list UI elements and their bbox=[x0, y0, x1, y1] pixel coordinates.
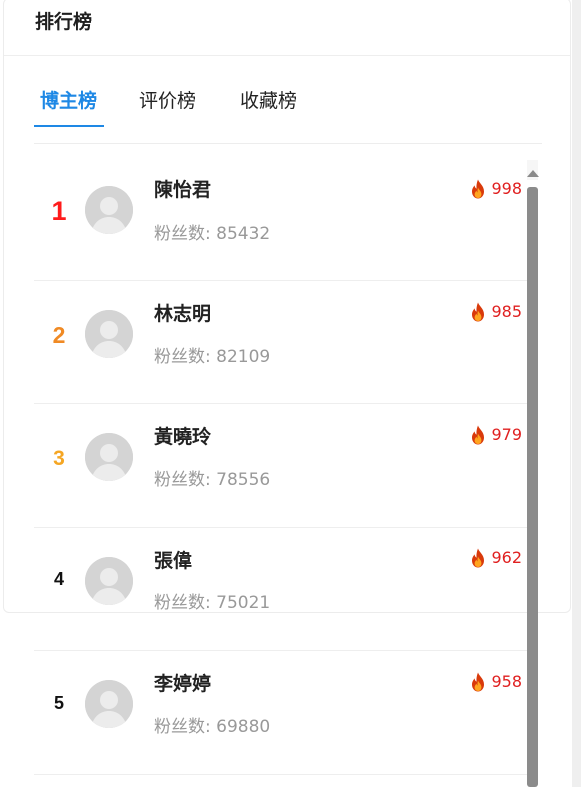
heat-value: 958 bbox=[491, 672, 522, 691]
fans-label: 粉丝数: bbox=[154, 717, 211, 737]
fire-icon bbox=[472, 548, 485, 568]
list-scrollbar[interactable] bbox=[527, 160, 539, 787]
fans-label: 粉丝数: bbox=[154, 347, 211, 367]
heat-value: 962 bbox=[491, 548, 522, 567]
fans-value: 82109 bbox=[216, 347, 271, 367]
fire-icon bbox=[472, 672, 485, 692]
fans-label: 粉丝数: bbox=[154, 470, 211, 490]
heat-value: 998 bbox=[491, 179, 522, 198]
fans-value: 75021 bbox=[216, 593, 271, 613]
fans-value: 78556 bbox=[216, 470, 271, 490]
list-item[interactable]: 2 林志明 粉丝数: 82109 985 bbox=[34, 281, 529, 404]
blogger-name[interactable]: 黃曉玲 bbox=[154, 424, 211, 450]
heat-score: 962 bbox=[470, 547, 522, 569]
list-item[interactable]: 5 李婷婷 粉丝数: 69880 958 bbox=[34, 652, 529, 775]
fans-label: 粉丝数: bbox=[154, 224, 211, 244]
list-item[interactable]: 4 張偉 粉丝数: 75021 962 bbox=[34, 528, 529, 651]
fans-count: 粉丝数: 85432 bbox=[154, 222, 270, 246]
fans-count: 粉丝数: 78556 bbox=[154, 468, 270, 492]
fire-icon bbox=[472, 179, 485, 199]
row-divider bbox=[34, 403, 529, 404]
heat-score: 985 bbox=[470, 301, 522, 323]
fans-value: 85432 bbox=[216, 224, 271, 244]
tab-favorite-ranking[interactable]: 收藏榜 bbox=[240, 84, 297, 118]
avatar[interactable] bbox=[85, 433, 133, 481]
blogger-name[interactable]: 李婷婷 bbox=[154, 671, 211, 697]
fire-icon bbox=[472, 425, 485, 445]
list-item[interactable]: 1 陳怡君 粉丝数: 85432 998 bbox=[34, 158, 529, 281]
default-user-avatar-icon bbox=[85, 310, 133, 358]
tabs-divider bbox=[34, 143, 542, 144]
scroll-up-arrow-icon bbox=[527, 170, 539, 177]
fire-icon bbox=[472, 302, 485, 322]
tab-review-ranking[interactable]: 评价榜 bbox=[139, 84, 196, 118]
default-user-avatar-icon bbox=[85, 433, 133, 481]
rank-number: 3 bbox=[53, 447, 65, 470]
panel-title: 排行榜 bbox=[35, 11, 93, 33]
fans-value: 69880 bbox=[216, 717, 271, 737]
list-item[interactable]: 3 黃曉玲 粉丝数: 78556 979 bbox=[34, 405, 529, 528]
rank-number: 2 bbox=[52, 322, 66, 348]
right-edge-strip bbox=[572, 0, 581, 787]
active-tab-indicator bbox=[34, 125, 104, 127]
heat-score: 958 bbox=[470, 671, 522, 693]
blogger-name[interactable]: 張偉 bbox=[154, 548, 192, 574]
avatar[interactable] bbox=[85, 680, 133, 728]
fans-label: 粉丝数: bbox=[154, 593, 211, 613]
tab-blogger-ranking[interactable]: 博主榜 bbox=[40, 84, 97, 118]
avatar[interactable] bbox=[85, 557, 133, 605]
heat-value: 979 bbox=[491, 425, 522, 444]
rank-number: 5 bbox=[53, 693, 64, 713]
default-user-avatar-icon bbox=[85, 186, 133, 234]
row-divider bbox=[34, 774, 529, 775]
ranking-page: 排行榜 博主榜 评价榜 收藏榜 1 陳怡君 粉丝数: 85432 998 2 林… bbox=[0, 0, 581, 787]
row-divider bbox=[34, 650, 529, 651]
fans-count: 粉丝数: 75021 bbox=[154, 591, 270, 615]
avatar[interactable] bbox=[85, 186, 133, 234]
default-user-avatar-icon bbox=[85, 680, 133, 728]
fans-count: 粉丝数: 69880 bbox=[154, 715, 270, 739]
blogger-name[interactable]: 陳怡君 bbox=[154, 177, 211, 203]
heat-score: 979 bbox=[470, 424, 522, 446]
default-user-avatar-icon bbox=[85, 557, 133, 605]
scroll-thumb[interactable] bbox=[527, 187, 538, 787]
avatar[interactable] bbox=[85, 310, 133, 358]
scroll-up-button[interactable] bbox=[527, 160, 539, 180]
blogger-name[interactable]: 林志明 bbox=[154, 301, 211, 327]
rank-number: 4 bbox=[53, 569, 64, 589]
heat-value: 985 bbox=[491, 302, 522, 321]
rank-number: 1 bbox=[51, 196, 67, 226]
heat-score: 998 bbox=[470, 178, 522, 200]
fans-count: 粉丝数: 82109 bbox=[154, 345, 270, 369]
header-divider bbox=[4, 55, 570, 56]
